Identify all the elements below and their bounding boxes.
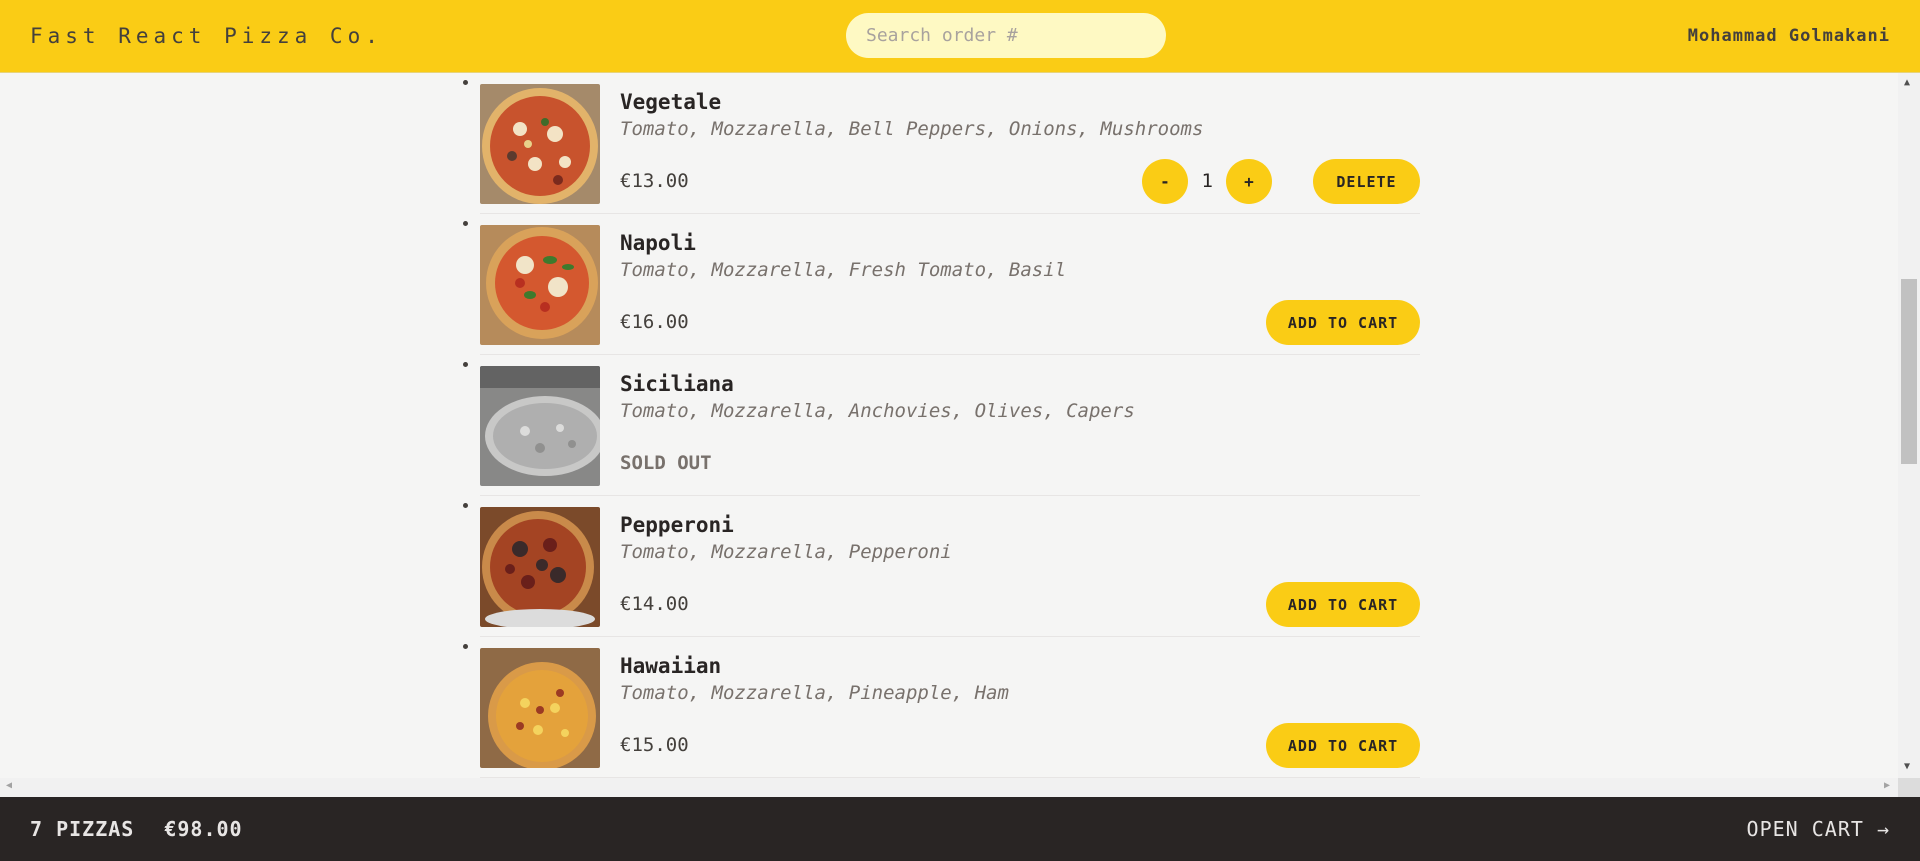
app-logo[interactable]: Fast React Pizza Co. [30,24,383,48]
open-cart-link[interactable]: Open cart → [1747,817,1890,841]
menu-item-pepperoni: Pepperoni Tomato, Mozzarella, Pepperoni … [480,496,1420,637]
username: Mohammad Golmakani [1687,26,1890,46]
pizza-image-vegetale [480,84,600,204]
scroll-down-arrow-icon[interactable]: ▼ [1904,761,1910,772]
cart-overview: 7 pizzas €98.00 Open cart → [0,797,1920,861]
cart-total-price: €98.00 [164,817,243,841]
delete-item-button[interactable]: Delete [1313,159,1420,204]
pizza-name: Pepperoni [620,513,734,537]
menu-viewport: Vegetale Tomato, Mozzarella, Bell Pepper… [0,73,1898,778]
menu-list: Vegetale Tomato, Mozzarella, Bell Pepper… [480,73,1420,778]
scrollbar-corner [1898,778,1920,797]
pizza-name: Napoli [620,231,696,255]
menu-item-hawaiian: Hawaiian Tomato, Mozzarella, Pineapple, … [480,637,1420,778]
pizza-ingredients: Tomato, Mozzarella, Fresh Tomato, Basil [620,259,1067,281]
add-to-cart-button[interactable]: Add to cart [1266,723,1420,768]
pizza-image-hawaiian [480,648,600,768]
vertical-scrollbar[interactable]: ▲ ▼ [1898,73,1920,778]
scroll-left-arrow-icon[interactable]: ◀ [6,780,12,791]
pizza-image-pepperoni [480,507,600,627]
pizza-price: €14.00 [620,593,689,615]
decrease-quantity-button[interactable]: - [1142,159,1188,204]
cart-summary: 7 pizzas €98.00 [30,817,243,841]
add-to-cart-button[interactable]: Add to cart [1266,300,1420,345]
pizza-price: €15.00 [620,734,689,756]
quantity-value: 1 [1201,170,1213,192]
pizza-name: Vegetale [620,90,722,114]
menu-item-napoli: Napoli Tomato, Mozzarella, Fresh Tomato,… [480,214,1420,355]
pizza-name: Hawaiian [620,654,722,678]
menu-item-vegetale: Vegetale Tomato, Mozzarella, Bell Pepper… [480,73,1420,214]
pizza-price: €13.00 [620,170,689,192]
pizza-ingredients: Tomato, Mozzarella, Bell Peppers, Onions… [620,118,1204,140]
search-order-input[interactable] [846,13,1166,58]
horizontal-scrollbar[interactable]: ◀ ▶ [0,778,1898,797]
pizza-image-siciliana [480,366,600,486]
pizza-ingredients: Tomato, Mozzarella, Pepperoni [620,541,952,563]
sold-out-label: Sold out [620,452,712,474]
pizza-price: €16.00 [620,311,689,333]
pizza-ingredients: Tomato, Mozzarella, Pineapple, Ham [620,682,1009,704]
menu-item-siciliana: Siciliana Tomato, Mozzarella, Anchovies,… [480,355,1420,496]
increase-quantity-button[interactable]: + [1226,159,1272,204]
app-header: Fast React Pizza Co. Mohammad Golmakani [0,0,1920,73]
scroll-up-arrow-icon[interactable]: ▲ [1904,77,1910,88]
scrollbar-thumb[interactable] [1901,279,1917,464]
pizza-image-napoli [480,225,600,345]
pizza-name: Siciliana [620,372,734,396]
pizza-ingredients: Tomato, Mozzarella, Anchovies, Olives, C… [620,400,1135,422]
add-to-cart-button[interactable]: Add to cart [1266,582,1420,627]
cart-pizza-count: 7 pizzas [30,817,135,841]
scroll-right-arrow-icon[interactable]: ▶ [1884,780,1890,791]
